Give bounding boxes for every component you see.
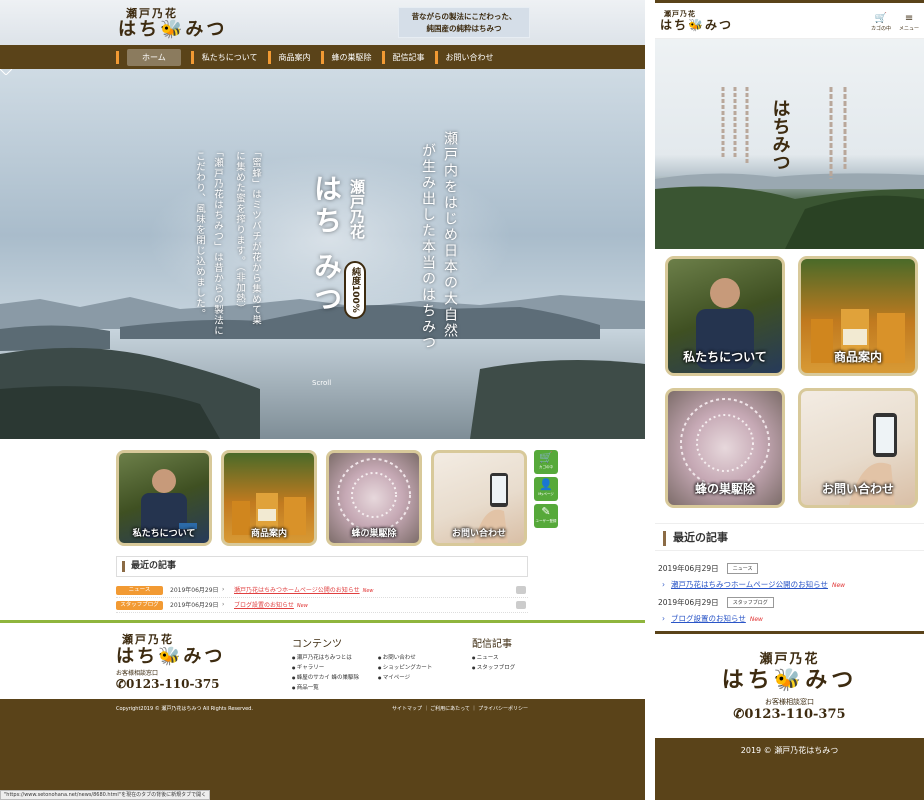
tile-contact[interactable]: お問い合わせ: [431, 450, 527, 546]
category-badge[interactable]: ニュース: [726, 563, 759, 574]
feature-tiles: 私たちについて 商品案内 蜂の巣駆除 お問い合わせ: [116, 450, 527, 546]
mobile-tile-about[interactable]: 私たちについて: [665, 256, 785, 376]
nav-hive-removal[interactable]: 蜂の巣駆除: [320, 45, 372, 69]
footer-phone[interactable]: ✆0123-110-375: [116, 677, 225, 691]
post-date: 2019年06月29日: [170, 602, 219, 609]
footer-contents-links-1: 瀬戸乃花はちみつとは ギャラリー 蜂屋のサカイ 蜂の巣駆除 商品一覧: [292, 653, 359, 693]
tile-hive-removal[interactable]: 蜂の巣駆除: [326, 450, 422, 546]
recent-posts-heading: 最近の記事: [116, 556, 528, 577]
site-logo[interactable]: 瀬戸乃花 はち🐝みつ: [118, 5, 227, 39]
browser-status-bar: "https://www.setonohana.net/news/8680.ht…: [0, 790, 211, 800]
footer-policy-links[interactable]: サイトマップ ｜ ご利用にあたって ｜ プライバシーポリシー: [392, 705, 528, 712]
global-nav: ホーム 私たちについて 商品案内 蜂の巣駆除 配信記事 お問い合わせ: [0, 45, 645, 69]
pencil-icon: ✎: [541, 505, 551, 518]
footer-contents-links-2: お問い合わせ ショッピングカート マイページ: [378, 653, 433, 683]
mobile-news-item: 2019年06月29日 スタッフブログ › ブログ設置のお知らせ New: [658, 597, 921, 624]
hero-desc-4: こだわり、風味を閉じ込めました。: [194, 151, 205, 319]
mobile-hero-banner: はちみつ: [655, 39, 924, 249]
nav-contact[interactable]: お問い合わせ: [434, 45, 494, 69]
chevron-right-icon: ›: [222, 601, 225, 608]
mobile-feature-tiles: 私たちについて 商品案内 蜂の巣駆除 お問い合わせ: [665, 256, 918, 508]
footer-bottom-bar: Copyright2019 © 瀬戸乃花はちみつ All Rights Rese…: [0, 699, 645, 800]
side-buttons: 🛒 カゴの中 👤 Myページ ✎ ユーザー登録: [534, 450, 558, 531]
post-link[interactable]: › ブログ設置のお知らせ New: [658, 613, 921, 624]
mobile-recent-heading: 最近の記事: [655, 523, 924, 551]
tile-products[interactable]: 商品案内: [221, 450, 317, 546]
mobile-footer-phone[interactable]: ✆0123-110-375: [655, 707, 924, 722]
cart-button[interactable]: 🛒 カゴの中: [534, 450, 558, 474]
mobile-news-item: 2019年06月29日 ニュース › 瀬戸乃花はちみつホームページ公開のお知らせ Ne…: [658, 563, 921, 590]
thumbnail-icon: [516, 601, 526, 609]
chevron-right-icon: ›: [662, 580, 665, 589]
post-link[interactable]: ブログ設置のお知らせ New: [234, 601, 308, 611]
post-link[interactable]: 瀬戸乃花はちみつホームページ公開のお知らせ New: [234, 586, 374, 596]
mobile-tile-products[interactable]: 商品案内: [798, 256, 918, 376]
post-date: 2019年06月29日: [170, 587, 219, 594]
chevron-right-icon: ›: [222, 586, 225, 593]
mypage-button[interactable]: 👤 Myページ: [534, 477, 558, 501]
hero-brand: 瀬戸乃花 はち みつ 純度100%: [292, 169, 382, 379]
mobile-menu-button[interactable]: ≡ メニュー: [899, 13, 919, 32]
mobile-logo[interactable]: 瀬戸乃花 はち🐝みつ: [660, 9, 733, 32]
post-date: 2019年06月29日: [658, 598, 719, 607]
desktop-view: 瀬戸乃花 はち🐝みつ 昔ながらの製法にこだわった、 純国産の純粋はちみつ ホーム…: [0, 0, 645, 800]
hero-headline-2: が生み出した本当のはちみつ: [420, 143, 436, 351]
news-row: ニュース 2019年06月29日 › 瀬戸乃花はちみつホームページ公開のお知らせ…: [116, 584, 528, 598]
mobile-cart-button[interactable]: 🛒 カゴの中: [871, 13, 891, 32]
new-badge: New: [362, 588, 374, 594]
hero-desc-2: に集めた蜜を搾ります。（非加熱）: [234, 151, 245, 315]
news-row: スタッフブログ 2019年06月29日 › ブログ設置のお知らせ New: [116, 599, 528, 613]
hero-headline-1: 瀬戸内をはじめ日本の大自然: [442, 131, 458, 339]
footer-feed-links: ニュース スタッフブログ: [472, 653, 516, 673]
mobile-tile-hive-removal[interactable]: 蜂の巣駆除: [665, 388, 785, 508]
cart-icon: 🛒: [874, 13, 888, 24]
new-badge: New: [296, 603, 308, 609]
cart-icon: 🛒: [539, 451, 553, 464]
nav-products[interactable]: 商品案内: [267, 45, 311, 69]
site-footer: 瀬戸乃花 はち🐝みつ お客様相談窓口 ✆0123-110-375 コンテンツ 瀬…: [0, 623, 645, 699]
post-link[interactable]: › 瀬戸乃花はちみつホームページ公開のお知らせ New: [658, 579, 921, 590]
tile-about[interactable]: 私たちについて: [116, 450, 212, 546]
post-date: 2019年06月29日: [658, 564, 719, 573]
mobile-hero-landscape: はちみつ: [655, 87, 924, 249]
hero-banner: 瀬戸内をはじめ日本の大自然 が生み出した本当のはちみつ 瀬戸乃花 はち みつ 純…: [0, 69, 645, 439]
mobile-footer: 瀬戸乃花 はち🐝みつ お客様相談窓口 ✆0123-110-375: [655, 634, 924, 738]
new-badge: New: [749, 616, 763, 623]
mobile-copyright: 2019 © 瀬戸乃花はちみつ: [655, 738, 924, 800]
footer-contents-heading: コンテンツ: [292, 639, 342, 650]
scroll-label[interactable]: Scroll: [312, 379, 331, 387]
new-badge: New: [831, 582, 846, 589]
hamburger-icon: ≡: [904, 13, 914, 24]
hero-desc-1: 「瀬戸乃花はちみつ」は昔からの製法に: [212, 147, 223, 336]
thumbnail-icon: [516, 586, 526, 594]
footer-logo[interactable]: 瀬戸乃花 はち🐝みつ お客様相談窓口 ✆0123-110-375: [116, 631, 225, 691]
hero-desc-3: 「蜜蜂」はミツバチが花から集めて巣: [250, 147, 261, 326]
category-badge[interactable]: スタッフブログ: [726, 597, 774, 608]
mobile-view: 瀬戸乃花 はち🐝みつ 🛒 カゴの中 ≡ メニュー はちみつ 私たちについて 商品…: [655, 0, 924, 800]
chevron-right-icon: ›: [662, 614, 665, 623]
copyright-text: Copyright2019 © 瀬戸乃花はちみつ All Rights Rese…: [116, 706, 253, 712]
chevron-down-icon[interactable]: [0, 69, 12, 75]
category-badge[interactable]: スタッフブログ: [116, 601, 163, 610]
purity-badge: 純度100%: [344, 261, 366, 319]
mobile-tile-contact[interactable]: お問い合わせ: [798, 388, 918, 508]
register-button[interactable]: ✎ ユーザー登録: [534, 504, 558, 528]
category-badge[interactable]: ニュース: [116, 586, 163, 595]
user-icon: 👤: [539, 478, 553, 491]
svg-text:はちみつ: はちみつ: [770, 99, 791, 171]
footer-feeds-heading: 配信記事: [472, 639, 512, 650]
nav-articles[interactable]: 配信記事: [381, 45, 425, 69]
site-header: 瀬戸乃花 はち🐝みつ 昔ながらの製法にこだわった、 純国産の純粋はちみつ: [0, 0, 645, 45]
nav-home[interactable]: ホーム: [116, 45, 181, 69]
header-tagline: 昔ながらの製法にこだわった、 純国産の純粋はちみつ: [398, 7, 530, 38]
mobile-header: 瀬戸乃花 はち🐝みつ 🛒 カゴの中 ≡ メニュー: [655, 3, 924, 39]
nav-about[interactable]: 私たちについて: [190, 45, 258, 69]
